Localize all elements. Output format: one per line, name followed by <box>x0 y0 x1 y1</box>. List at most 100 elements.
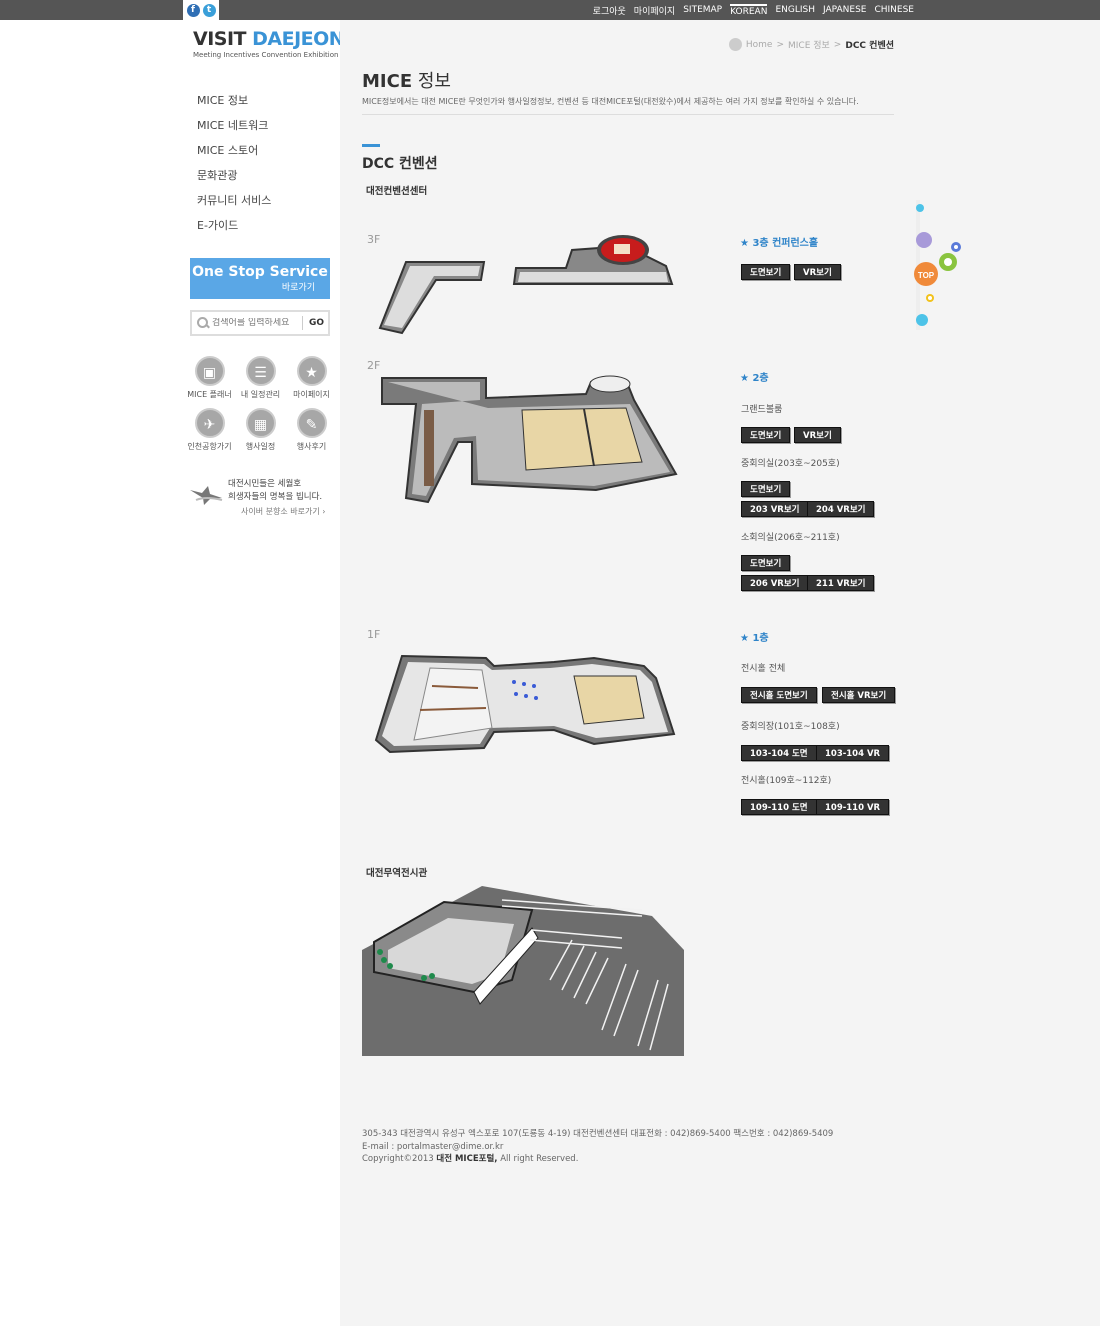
search-input[interactable] <box>212 318 302 328</box>
page-description: MICE정보에서는 대전 MICE란 무엇인가와 행사일정정보, 컨벤션 등 대… <box>362 97 859 106</box>
floor-plan-2f[interactable] <box>376 370 680 505</box>
floor-plan-3f[interactable] <box>376 228 680 336</box>
quick-airport[interactable]: ✈ 인천공항가기 <box>184 408 235 452</box>
page-title: MICE 정보 <box>362 67 451 93</box>
one-stop-sub: 바로가기 <box>281 283 315 293</box>
quick-label: MICE 플래너 <box>187 390 232 399</box>
room-211-vr-button[interactable]: 211 VR보기 <box>807 575 875 591</box>
side-nav-e-guide[interactable]: E-가이드 <box>197 217 271 242</box>
mypage-link[interactable]: 마이페이지 <box>634 4 675 17</box>
room-203-vr-button[interactable]: 203 VR보기 <box>741 501 809 517</box>
twitter-icon[interactable]: t <box>202 3 216 17</box>
divider <box>362 114 894 115</box>
copyright-a: Copyright©2013 <box>362 1154 437 1164</box>
search-box: GO <box>190 310 330 336</box>
label-exhibition-hall-all: 전시홀 전체 <box>741 664 786 674</box>
planner-icon: ▣ <box>194 356 225 386</box>
label-mid-meeting-rooms-2f: 중회의실(203호~205호) <box>741 459 840 469</box>
floor-heading-2f: ★ 2층 <box>740 373 769 384</box>
quick-event-schedule[interactable]: ▦ 행사일정 <box>235 408 286 452</box>
floor-plan-1f[interactable] <box>374 648 680 754</box>
one-stop-service-button[interactable]: One Stop Service 바로가기 <box>190 258 330 299</box>
section-accent-bar <box>362 144 380 147</box>
top-label: TOP <box>918 271 935 280</box>
grand-ballroom-vr-button[interactable]: VR보기 <box>794 427 841 443</box>
floor-tag-1f: 1F <box>367 628 381 641</box>
lang-japanese-link[interactable]: JAPANESE <box>823 5 866 15</box>
section-title: DCC 컨벤션 <box>362 156 438 172</box>
floating-quick-tab[interactable]: TOP <box>910 200 970 330</box>
quick-label: 행사후기 <box>296 442 327 451</box>
lang-english-link[interactable]: ENGLISH <box>775 5 815 15</box>
facebook-icon[interactable]: f <box>186 3 200 17</box>
label-small-meeting-rooms: 소회의실(206호~211호) <box>741 533 840 543</box>
grand-ballroom-plan-button[interactable]: 도면보기 <box>741 427 791 443</box>
site-logo[interactable]: VISIT DAEJEON Meeting Incentives Convent… <box>193 28 345 59</box>
quick-event-review[interactable]: ✎ 행사후기 <box>286 408 337 452</box>
home-icon[interactable] <box>728 38 742 51</box>
footer: 305-343 대전광역시 유성구 엑스포로 107(도룡동 4-19) 대전컨… <box>362 1128 833 1166</box>
room-109-110-plan-button[interactable]: 109-110 도면 <box>741 799 817 815</box>
3f-vr-button[interactable]: VR보기 <box>794 264 841 280</box>
breadcrumb-sep: > <box>833 39 842 50</box>
quick-label: 마이페이지 <box>293 390 330 399</box>
breadcrumb-home[interactable]: Home <box>746 40 773 50</box>
logo-tagline: Meeting Incentives Convention Exhibition <box>193 51 339 59</box>
quick-my-schedule[interactable]: ☰ 내 일정관리 <box>235 356 286 400</box>
mid-rooms-plan-button[interactable]: 도면보기 <box>741 481 791 497</box>
label-grand-ballroom: 그랜드볼룸 <box>741 405 783 415</box>
breadcrumb-level1[interactable]: MICE 정보 <box>788 38 830 51</box>
airplane-icon: ✈ <box>194 408 225 438</box>
label-mid-meeting-rooms-1f: 중회의장(101호~108호) <box>741 722 840 732</box>
small-rooms-plan-button[interactable]: 도면보기 <box>741 555 791 571</box>
breadcrumb: Home > MICE 정보 > DCC 컨벤션 <box>728 38 894 51</box>
memorial-line2: 희생자들의 명복을 빕니다. <box>228 492 323 502</box>
logo-visit: VISIT <box>193 28 253 50</box>
side-nav-community[interactable]: 커뮤니티 서비스 <box>197 192 271 217</box>
schedule-icon: ☰ <box>245 356 276 386</box>
sidebar <box>0 20 340 1326</box>
room-204-vr-button[interactable]: 204 VR보기 <box>807 501 875 517</box>
lang-chinese-link[interactable]: CHINESE <box>874 5 914 15</box>
pencil-icon: ✎ <box>296 408 327 438</box>
side-nav-culture[interactable]: 문화관광 <box>197 167 271 192</box>
footer-copyright: Copyright©2013 대전 MICE포털, All right Rese… <box>362 1153 833 1166</box>
top-bar: f t 로그아웃 마이페이지 SITEMAP KOREAN ENGLISH JA… <box>0 0 1100 20</box>
room-109-110-vr-button[interactable]: 109-110 VR <box>816 799 890 815</box>
breadcrumb-current: DCC 컨벤션 <box>845 41 894 51</box>
room-103-104-vr-button[interactable]: 103-104 VR <box>816 745 890 761</box>
bird-icon <box>190 486 223 505</box>
calendar-icon: ▦ <box>245 408 276 438</box>
room-206-vr-button[interactable]: 206 VR보기 <box>741 575 809 591</box>
room-103-104-plan-button[interactable]: 103-104 도면 <box>741 745 817 761</box>
lang-korean-link[interactable]: KOREAN <box>730 3 768 17</box>
exhibition-hall-plan-button[interactable]: 전시홀 도면보기 <box>741 687 817 703</box>
memorial-text: 대전시민들은 세월호 희생자들의 명복을 빕니다. <box>228 478 322 504</box>
label-exhibition-halls-109-112: 전시홀(109호~112호) <box>741 776 832 786</box>
logout-link[interactable]: 로그아웃 <box>593 4 626 17</box>
side-nav-mice-network[interactable]: MICE 네트워크 <box>197 117 271 142</box>
side-nav-mice-store[interactable]: MICE 스토어 <box>197 142 271 167</box>
trade-hall-image[interactable] <box>362 880 684 1056</box>
quick-label: 인천공항가기 <box>187 442 232 451</box>
exhibition-hall-vr-button[interactable]: 전시홀 VR보기 <box>822 687 896 703</box>
breadcrumb-sep: > <box>776 39 784 50</box>
star-icon: ★ <box>296 356 327 386</box>
memorial-line1: 대전시민들은 세월호 <box>228 479 302 489</box>
one-stop-title: One Stop Service <box>192 264 328 280</box>
footer-email[interactable]: E-mail : portalmaster@dime.or.kr <box>362 1141 833 1154</box>
floor-heading-1f: ★ 1층 <box>740 633 769 644</box>
side-nav-mice-info[interactable]: MICE 정보 <box>197 92 271 117</box>
3f-plan-button[interactable]: 도면보기 <box>741 264 791 280</box>
copyright-c: All right Reserved. <box>497 1154 579 1164</box>
logo-daejeon: DAEJEON <box>252 28 345 50</box>
quick-mypage[interactable]: ★ 마이페이지 <box>286 356 337 400</box>
floor-heading-3f: ★ 3층 컨퍼런스홀 <box>740 238 819 249</box>
search-go-button[interactable]: GO <box>302 316 324 330</box>
page-title-b: 정보 <box>412 71 451 92</box>
memorial-link[interactable]: 사이버 분향소 바로가기 › <box>241 506 325 517</box>
sns-links: f t <box>183 0 219 20</box>
quick-mice-planner[interactable]: ▣ MICE 플래너 <box>184 356 235 400</box>
sitemap-link[interactable]: SITEMAP <box>683 5 722 15</box>
sub-title-trade-hall: 대전무역전시관 <box>366 868 428 879</box>
